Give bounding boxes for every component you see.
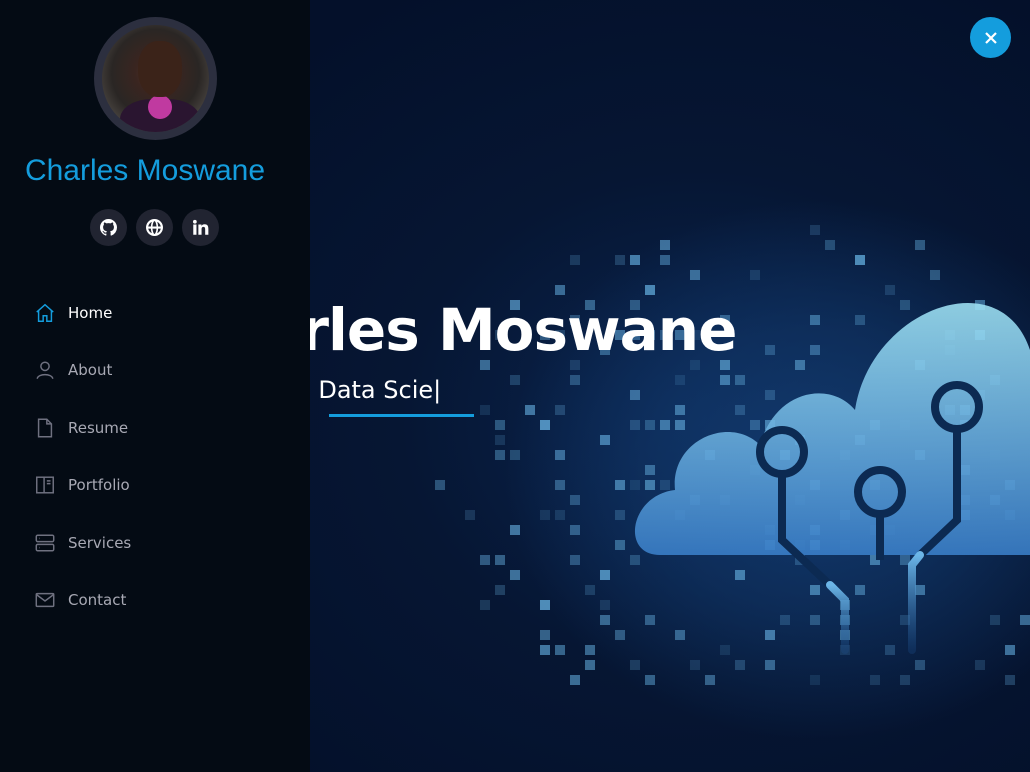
pixel-dot	[465, 510, 475, 520]
pixel-dot	[585, 660, 595, 670]
pixel-dot	[570, 555, 580, 565]
nav-item-resume[interactable]: Resume	[34, 399, 294, 457]
pixel-dot	[585, 645, 595, 655]
pixel-dot	[585, 585, 595, 595]
pixel-dot	[900, 675, 910, 685]
pixel-dot	[540, 645, 550, 655]
pixel-dot	[495, 585, 505, 595]
pixel-dot	[570, 495, 580, 505]
pixel-dot	[810, 225, 820, 235]
server-icon	[35, 534, 55, 552]
pixel-dot	[705, 675, 715, 685]
hero-typed-subtitle: a Data Scie|	[296, 376, 441, 404]
pixel-dot	[570, 375, 580, 385]
pixel-dot	[570, 675, 580, 685]
book-icon	[36, 476, 54, 494]
pixel-dot	[540, 600, 550, 610]
pixel-dot	[540, 630, 550, 640]
pixel-dot	[510, 525, 520, 535]
avatar	[94, 17, 217, 140]
user-icon	[36, 361, 54, 380]
pixel-dot	[495, 435, 505, 445]
nav-label-portfolio: Portfolio	[68, 476, 130, 495]
linkedin-icon	[193, 219, 209, 235]
sidebar: Charles Moswane Home About Resume Portfo…	[0, 0, 310, 772]
github-icon	[100, 219, 117, 236]
nav-item-about[interactable]: About	[34, 342, 294, 400]
nav-label-services: Services	[68, 533, 132, 552]
pixel-dot	[435, 480, 445, 490]
close-menu-button[interactable]	[970, 17, 1011, 58]
hero-subtitle-text: a Data Scie	[296, 376, 434, 404]
pixel-dot	[495, 555, 505, 565]
pixel-dot	[555, 510, 565, 520]
pixel-dot	[495, 450, 505, 460]
hero-subtitle-underline	[329, 414, 474, 417]
pixel-dot	[510, 570, 520, 580]
close-icon	[984, 31, 997, 44]
pixel-dot	[540, 510, 550, 520]
github-link[interactable]	[90, 209, 127, 246]
pixel-dot	[570, 525, 580, 535]
nav-label-home: Home	[68, 303, 113, 322]
pixel-dot	[480, 405, 490, 415]
pixel-dot	[570, 255, 580, 265]
main-nav: Home About Resume Portfolio Services Con…	[34, 284, 294, 629]
pixel-dot	[645, 675, 655, 685]
website-link[interactable]	[136, 209, 173, 246]
social-links	[90, 209, 219, 246]
pixel-dot	[555, 645, 565, 655]
nav-item-services[interactable]: Services	[34, 514, 294, 572]
nav-label-contact: Contact	[68, 591, 127, 610]
file-icon	[37, 418, 53, 438]
profile-name[interactable]: Charles Moswane	[0, 154, 290, 188]
nav-item-home[interactable]: Home	[34, 284, 294, 342]
pixel-dot	[555, 450, 565, 460]
nav-label-about: About	[68, 361, 113, 380]
pixel-dot	[555, 405, 565, 415]
pixel-dot	[510, 450, 520, 460]
nav-label-resume: Resume	[68, 418, 129, 437]
pixel-dot	[540, 420, 550, 430]
pixel-dot	[495, 420, 505, 430]
typing-cursor: |	[433, 376, 442, 404]
pixel-dot	[480, 555, 490, 565]
pixel-dot	[810, 675, 820, 685]
pixel-dot	[480, 600, 490, 610]
globe-icon	[146, 219, 163, 236]
nav-item-portfolio[interactable]: Portfolio	[34, 457, 294, 515]
envelope-icon	[35, 593, 55, 608]
pixel-dot	[870, 675, 880, 685]
pixel-dot	[1005, 675, 1015, 685]
home-icon	[36, 303, 54, 322]
pixel-dot	[510, 375, 520, 385]
pixel-dot	[555, 480, 565, 490]
nav-item-contact[interactable]: Contact	[34, 572, 294, 630]
pixel-dot	[555, 285, 565, 295]
pixel-dot	[525, 405, 535, 415]
linkedin-link[interactable]	[182, 209, 219, 246]
